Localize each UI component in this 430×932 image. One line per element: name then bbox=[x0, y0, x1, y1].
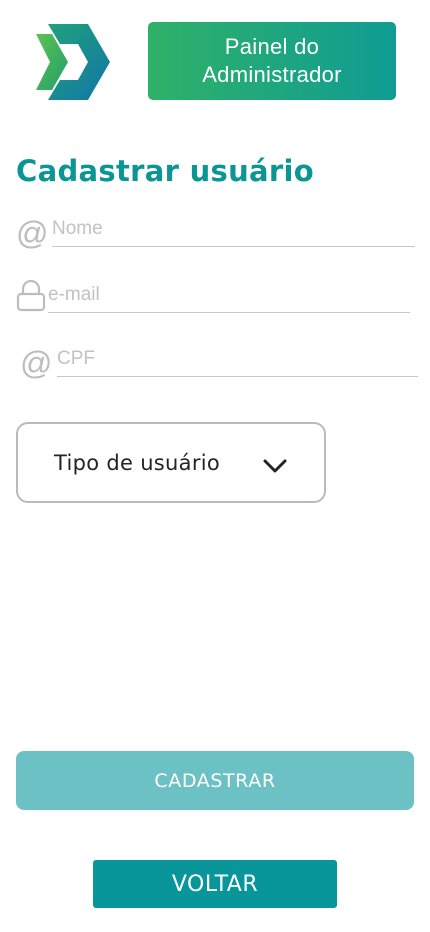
at-icon: @ bbox=[16, 215, 49, 251]
user-type-select[interactable]: Tipo de usuário bbox=[16, 422, 326, 503]
admin-panel-label: Painel do Administrador bbox=[202, 34, 342, 87]
app-logo-icon bbox=[36, 24, 110, 100]
email-field-group bbox=[16, 280, 416, 320]
page-title: Cadastrar usuário bbox=[16, 154, 314, 188]
user-type-label: Tipo de usuário bbox=[54, 451, 221, 475]
admin-panel-button[interactable]: Painel do Administrador bbox=[148, 22, 396, 100]
cpf-field-group: @ bbox=[20, 344, 420, 384]
lock-icon bbox=[16, 280, 46, 312]
cpf-input[interactable] bbox=[57, 348, 418, 377]
name-field-group: @ bbox=[16, 214, 416, 254]
submit-button[interactable]: CADASTRAR bbox=[16, 751, 414, 810]
email-input[interactable] bbox=[48, 284, 410, 313]
back-button[interactable]: VOLTAR bbox=[93, 860, 337, 908]
name-input[interactable] bbox=[52, 218, 415, 247]
chevron-down-icon bbox=[263, 459, 287, 473]
at-icon: @ bbox=[20, 345, 53, 381]
